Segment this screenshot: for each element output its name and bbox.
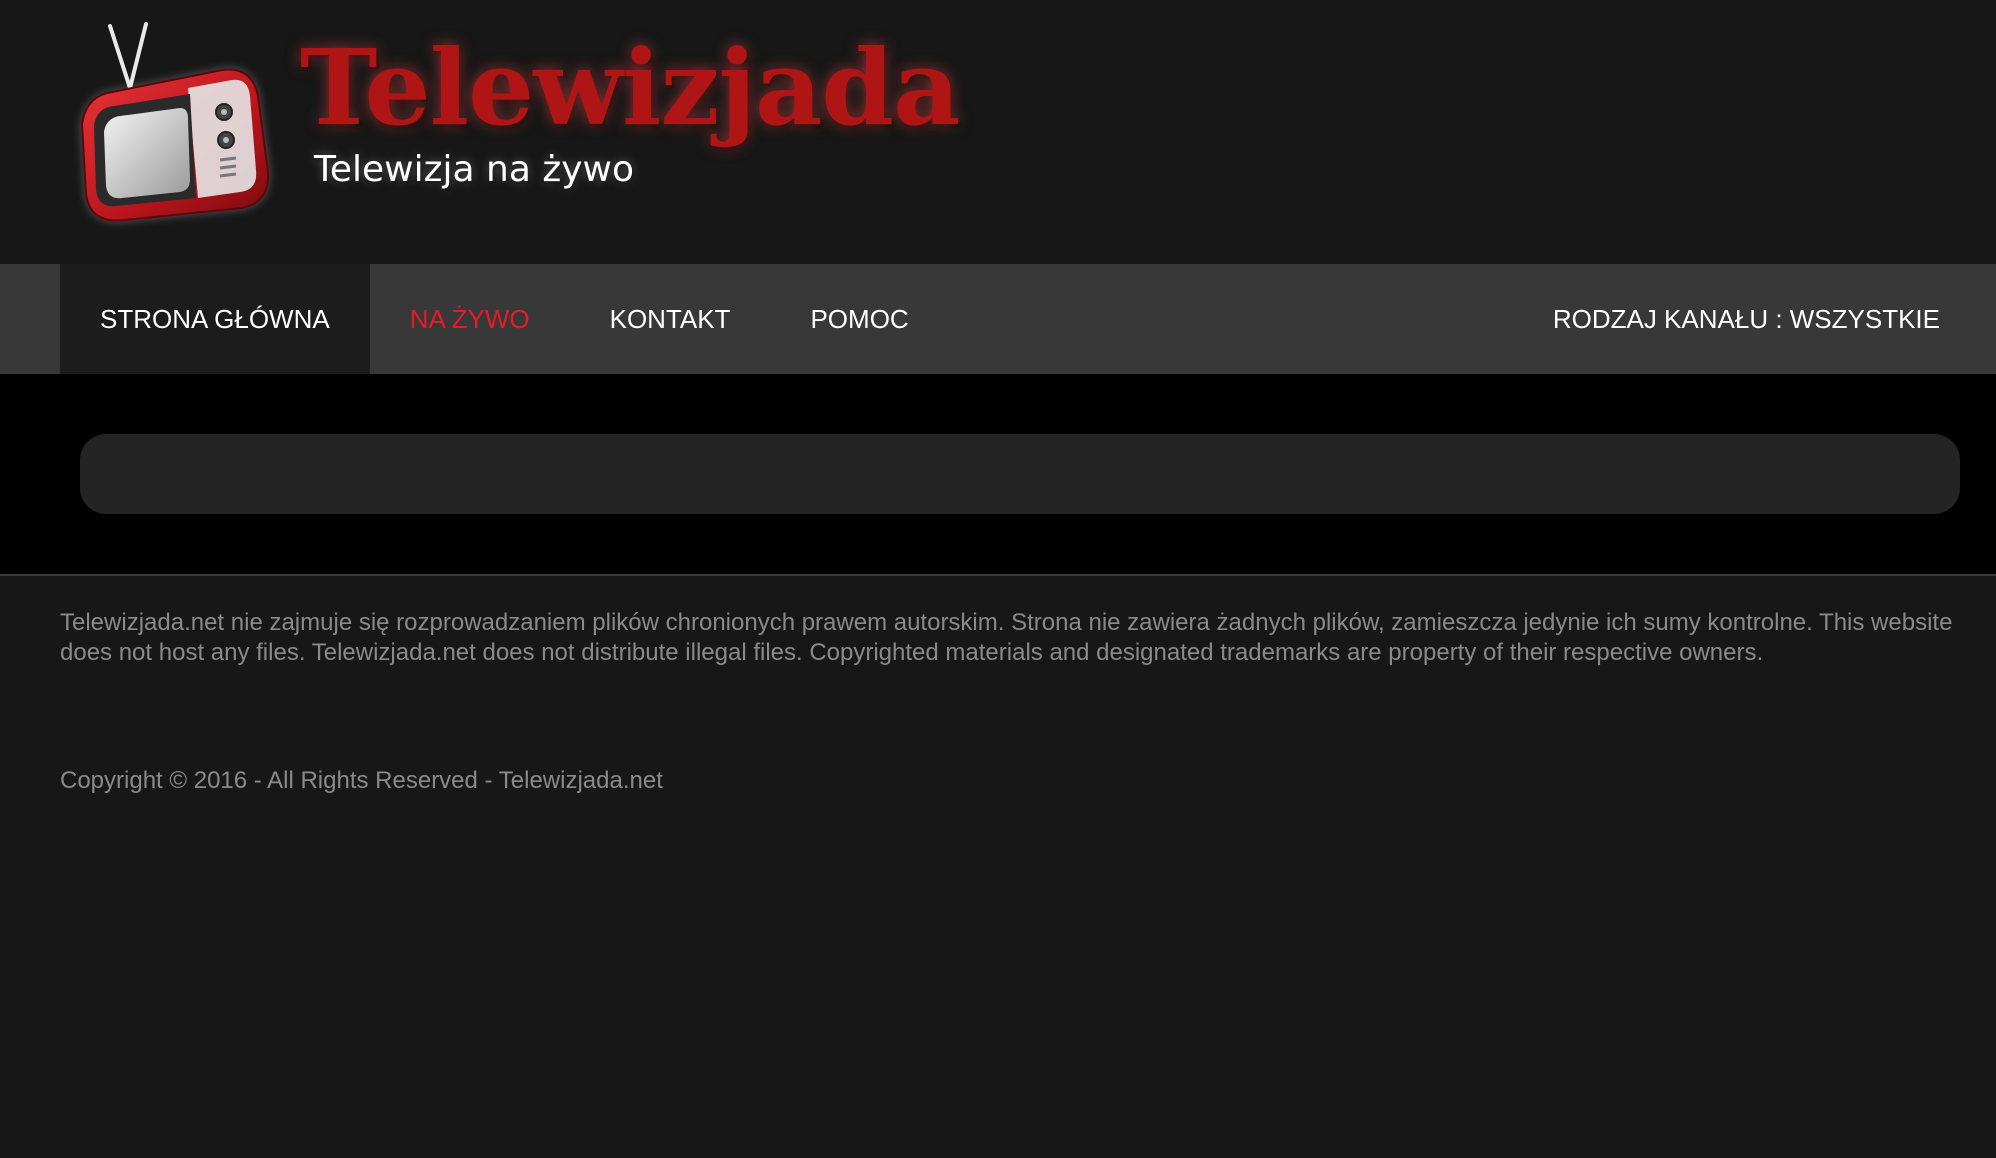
nav-item-home[interactable]: STRONA GŁÓWNA (60, 264, 370, 374)
nav-item-help[interactable]: POMOC (770, 264, 948, 374)
nav-item-contact[interactable]: KONTAKT (570, 264, 771, 374)
footer-disclaimer: Telewizjada.net nie zajmuje się rozprowa… (60, 609, 1953, 666)
main-nav: STRONA GŁÓWNA NA ŻYWO KONTAKT POMOC RODZ… (0, 264, 1996, 374)
logo-link[interactable]: Telewizjada Telewizja na żywo (72, 14, 961, 234)
site-footer: Telewizjada.net nie zajmuje się rozprowa… (0, 574, 1996, 1158)
main-content (0, 374, 1996, 574)
nav-item-live[interactable]: NA ŻYWO (370, 264, 570, 374)
logo-title: Telewizjada (300, 26, 961, 149)
tv-icon (80, 22, 270, 222)
footer-copyright: Copyright © 2016 - All Rights Reserved -… (60, 767, 663, 794)
site-header: Telewizjada Telewizja na żywo (0, 0, 1996, 264)
logo-tagline: Telewizja na żywo (314, 149, 635, 190)
nav-list: STRONA GŁÓWNA NA ŻYWO KONTAKT POMOC (60, 264, 949, 374)
page: Telewizjada Telewizja na żywo STRONA GŁÓ… (0, 0, 1996, 1158)
channel-list-panel (80, 434, 1960, 514)
channel-type-filter[interactable]: RODZAJ KANAŁU : WSZYSTKIE (1553, 264, 1940, 374)
